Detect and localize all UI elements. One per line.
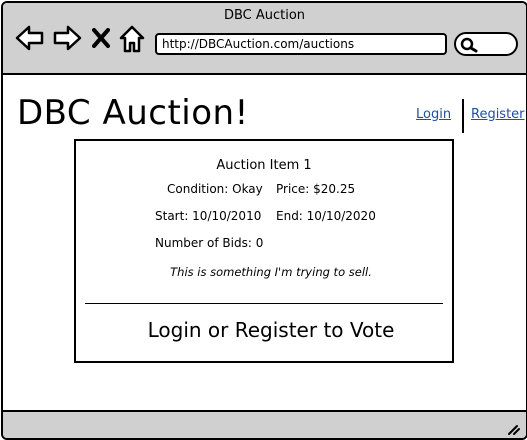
window-title: DBC Auction — [223, 8, 306, 23]
url-input[interactable]: http://DBCAuction.com/auctions — [155, 33, 447, 55]
status-bar — [3, 410, 526, 438]
home-icon[interactable] — [119, 25, 145, 57]
site-title: DBC Auction! — [17, 93, 249, 133]
search-icon — [460, 37, 478, 53]
auction-item-card: Auction Item 1 Condition: Okay Price: $2… — [74, 139, 454, 363]
register-link[interactable]: Register — [471, 107, 525, 122]
nav-divider — [462, 99, 464, 133]
forward-arrow-icon[interactable] — [52, 25, 82, 55]
login-register-vote-prompt[interactable]: Login or Register to Vote — [76, 318, 466, 342]
stop-icon[interactable] — [92, 28, 110, 52]
browser-window: DBC Auction http://DBCAuction.com/auctio… — [1, 1, 527, 440]
back-arrow-icon[interactable] — [15, 25, 45, 55]
item-end-date: End: 10/10/2020 — [276, 209, 376, 223]
page-content: DBC Auction! Login Register Auction Item… — [3, 75, 526, 410]
item-description: This is something I'm trying to sell. — [170, 265, 372, 279]
login-link[interactable]: Login — [416, 107, 451, 122]
resize-grip-icon[interactable] — [506, 420, 520, 438]
browser-search-input[interactable] — [454, 32, 518, 56]
item-start-date: Start: 10/10/2010 — [155, 209, 262, 223]
divider — [85, 303, 443, 304]
item-bid-count: Number of Bids: 0 — [155, 236, 264, 250]
item-price: Price: $20.25 — [276, 182, 356, 196]
browser-toolbar: DBC Auction http://DBCAuction.com/auctio… — [3, 3, 526, 75]
item-title: Auction Item 1 — [216, 158, 312, 173]
item-condition: Condition: Okay — [167, 182, 263, 196]
